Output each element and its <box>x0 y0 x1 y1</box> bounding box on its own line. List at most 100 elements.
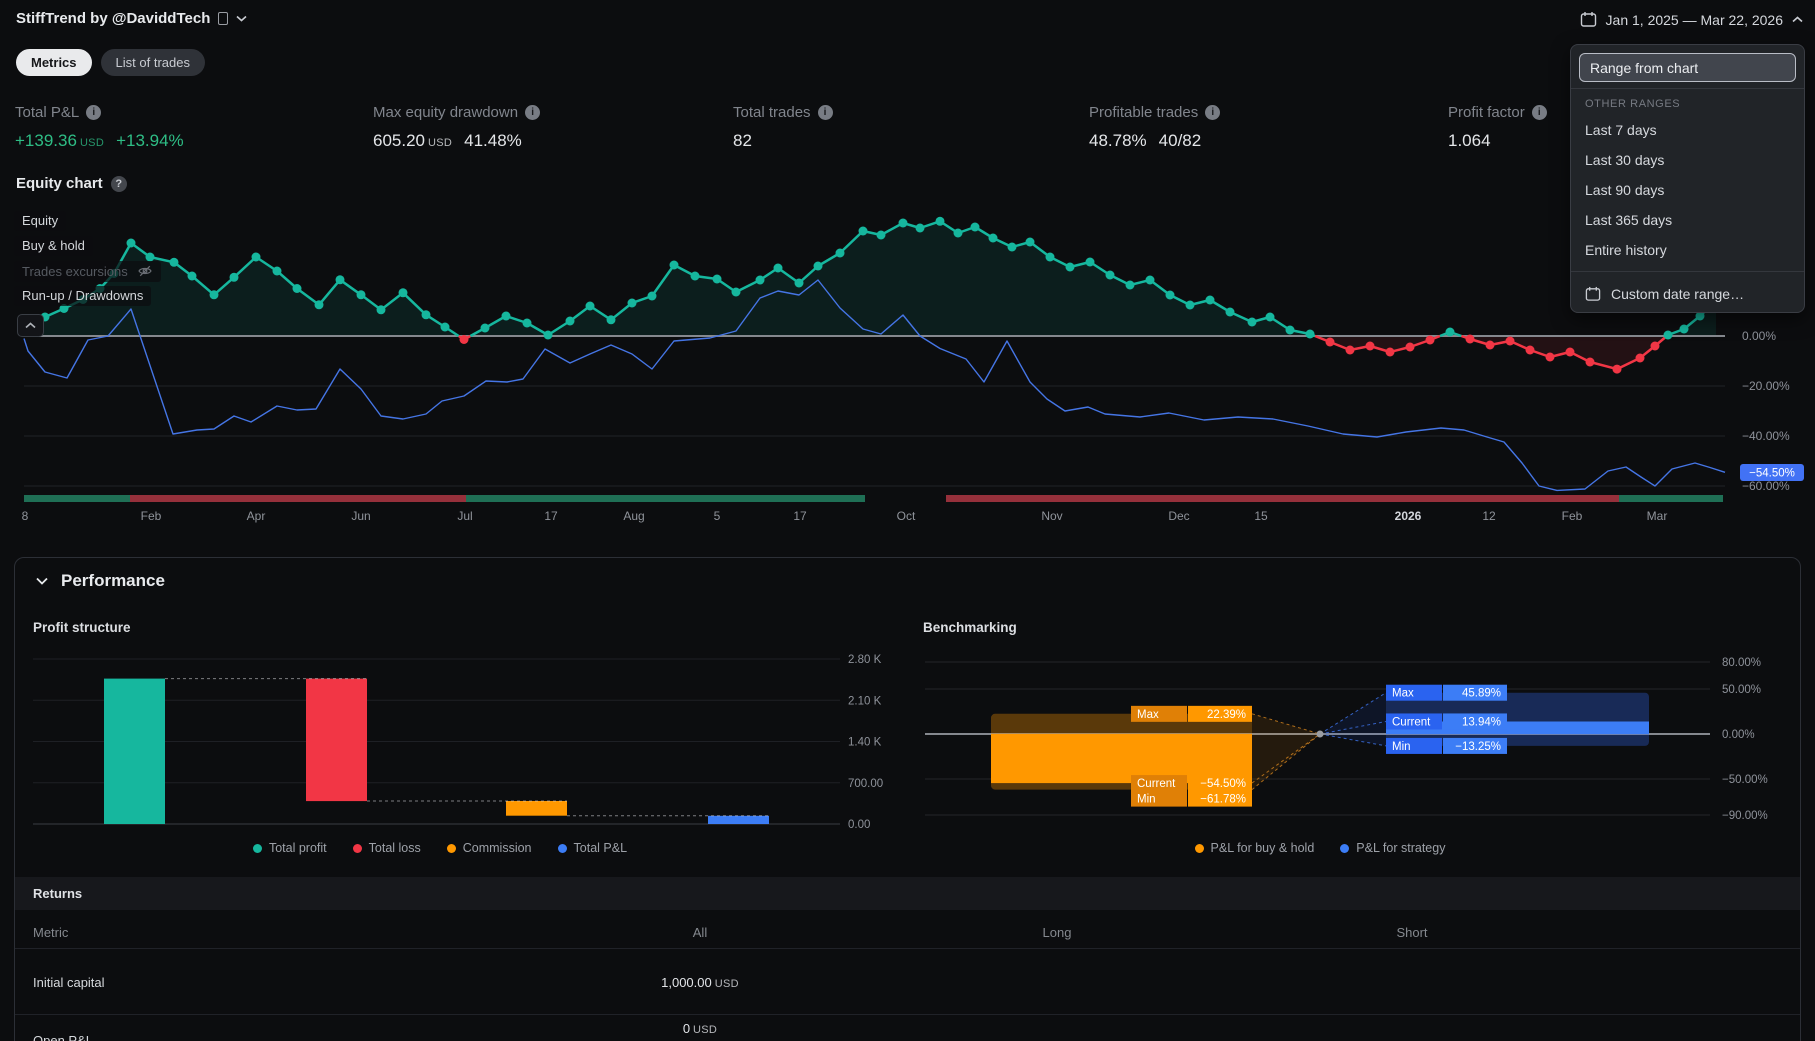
legend-toggle-trades-excursions[interactable]: Trades excursions <box>14 261 161 282</box>
menu-items: Last 7 days Last 30 days Last 90 days Last … <box>1571 115 1804 265</box>
profit-structure-title: Profit structure <box>33 620 131 635</box>
benchmarking-legend: P&L for buy & hold P&L for strategy <box>925 841 1715 855</box>
legend-item-commission[interactable]: Commission <box>446 841 532 855</box>
svg-text:5: 5 <box>714 509 721 523</box>
menu-item-range-from-chart[interactable]: Range from chart <box>1579 53 1796 82</box>
info-icon[interactable]: i <box>817 105 833 120</box>
metric-label: Max equity drawdown <box>373 104 519 121</box>
menu-item-last-7-days[interactable]: Last 7 days <box>1571 115 1804 145</box>
menu-item-custom-date-range[interactable]: Custom date range… <box>1571 278 1804 306</box>
legend-label: P&L for buy & hold <box>1210 841 1315 855</box>
date-range-button[interactable]: Jan 1, 2025 — Mar 22, 2026 <box>1580 11 1803 28</box>
calendar-icon <box>1580 12 1596 27</box>
chevron-up-icon <box>25 322 36 329</box>
svg-text:17: 17 <box>793 509 807 523</box>
performance-title: Performance <box>61 571 165 590</box>
svg-text:−20.00%: −20.00% <box>1742 379 1790 393</box>
page-title: StiffTrend by @DaviddTech <box>16 10 211 27</box>
strategy-tester-panel: 0.00% −20.00% −40.00% −60.00% −54.50% 8 Feb Apr… <box>0 0 1815 1041</box>
chevron-up-icon <box>1792 16 1803 23</box>
legend-toggle-label: Trades excursions <box>22 263 128 279</box>
legend-item-p-l-for-buy-hold[interactable]: P&L for buy & hold <box>1194 841 1315 855</box>
performance-header[interactable]: Performance <box>36 571 165 591</box>
row-label-initial-capital: Initial capital <box>33 975 105 990</box>
metric-profitable-trades: Profitable trades i 48.78% 40/82 <box>1089 104 1221 151</box>
menu-item-last-365-days[interactable]: Last 365 days <box>1571 205 1804 235</box>
value-number: 0 <box>682 1021 691 1036</box>
help-icon[interactable]: ? <box>110 175 127 192</box>
info-icon[interactable]: i <box>525 105 541 120</box>
eye-off-icon <box>138 265 152 277</box>
menu-item-entire-history[interactable]: Entire history <box>1571 235 1804 265</box>
metric-label: Profitable trades <box>1089 104 1199 121</box>
menu-item-last-30-days[interactable]: Last 30 days <box>1571 145 1804 175</box>
chevron-down-icon <box>36 577 48 585</box>
legend-item-total-p-l[interactable]: Total P&L <box>557 841 628 855</box>
legend-dot <box>252 843 262 853</box>
svg-text:Mar: Mar <box>1647 509 1668 523</box>
legend-toggle-label: Buy & hold <box>22 238 85 253</box>
svg-text:Feb: Feb <box>141 509 162 523</box>
menu-divider <box>1571 88 1804 89</box>
svg-text:Apr: Apr <box>247 509 266 523</box>
tab-metrics[interactable]: Metrics <box>16 49 92 76</box>
svg-text:−60.00%: −60.00% <box>1742 479 1790 493</box>
row-label-open-pnl: Open P&L <box>33 1033 93 1041</box>
metric-value: 82 <box>733 131 752 150</box>
svg-text:−54.50%: −54.50% <box>1749 468 1795 480</box>
metric-total-trades: Total trades i 82 <box>733 104 833 151</box>
currency-suffix: USD <box>714 978 739 990</box>
metric-value: 1.064 <box>1448 131 1491 150</box>
metric-profit-factor: Profit factor i 1.064 <box>1448 104 1547 151</box>
legend-dot <box>446 843 456 853</box>
svg-text:Feb: Feb <box>1562 509 1583 523</box>
currency-suffix: USD <box>79 137 105 149</box>
row-value-initial-capital: 1,000.00 USD <box>600 975 800 990</box>
legend-dot <box>557 843 567 853</box>
chevron-down-icon <box>236 15 247 22</box>
svg-text:8: 8 <box>22 509 29 523</box>
lock-icon <box>218 12 229 25</box>
column-header-short: Short <box>1396 925 1428 940</box>
legend-toggle-label: Equity <box>22 213 59 228</box>
menu-item-last-90-days[interactable]: Last 90 days <box>1571 175 1804 205</box>
performance-card <box>14 557 1801 1041</box>
metric-label: Total P&L <box>15 104 80 121</box>
date-range-label: Jan 1, 2025 — Mar 22, 2026 <box>1605 11 1783 28</box>
legend-label: Commission <box>462 841 532 855</box>
legend-label: Total profit <box>268 841 327 855</box>
svg-text:Aug: Aug <box>623 509 644 523</box>
view-tabs: Metrics List of trades <box>16 49 205 76</box>
column-header-all: All <box>692 925 708 940</box>
svg-text:Nov: Nov <box>1041 509 1062 523</box>
date-range-menu: Range from chart OTHER RANGES Last 7 day… <box>1570 44 1805 313</box>
legend-toggle-run-up-drawdowns[interactable]: Run-up / Drawdowns <box>14 286 152 306</box>
legend-item-p-l-for-strategy[interactable]: P&L for strategy <box>1340 841 1445 855</box>
currency-suffix: USD <box>428 137 453 149</box>
legend-toggle-buy-hold[interactable]: Buy & hold <box>14 236 93 256</box>
equity-chart-header: Equity chart ? <box>16 175 127 192</box>
info-icon[interactable]: i <box>1531 105 1547 120</box>
metric-label: Total trades <box>733 104 811 121</box>
info-icon[interactable]: i <box>86 105 102 120</box>
collapse-chart-button[interactable] <box>17 314 44 337</box>
benchmarking-title: Benchmarking <box>923 620 1017 635</box>
strategy-title-row[interactable]: StiffTrend by @DaviddTech <box>16 10 247 27</box>
legend-toggle-label: Run-up / Drawdowns <box>22 288 144 303</box>
menu-item-label: Custom date range… <box>1611 286 1745 302</box>
row-value-open-pnl: 0 USD <box>600 1021 800 1036</box>
info-icon[interactable]: i <box>1205 105 1221 120</box>
svg-text:15: 15 <box>1254 509 1268 523</box>
tab-list-of-trades[interactable]: List of trades <box>100 49 205 76</box>
legend-toggle-equity[interactable]: Equity <box>14 211 67 231</box>
row-divider <box>15 1014 1800 1015</box>
legend-label: Total P&L <box>573 841 628 855</box>
svg-text:17: 17 <box>544 509 558 523</box>
svg-text:12: 12 <box>1482 509 1496 523</box>
legend-item-total-profit[interactable]: Total profit <box>252 841 327 855</box>
legend-dot <box>1340 843 1350 853</box>
legend-item-total-loss[interactable]: Total loss <box>352 841 421 855</box>
returns-title: Returns <box>33 886 83 901</box>
menu-section-label: OTHER RANGES <box>1585 98 1681 110</box>
metric-value: 48.78% <box>1089 131 1147 150</box>
